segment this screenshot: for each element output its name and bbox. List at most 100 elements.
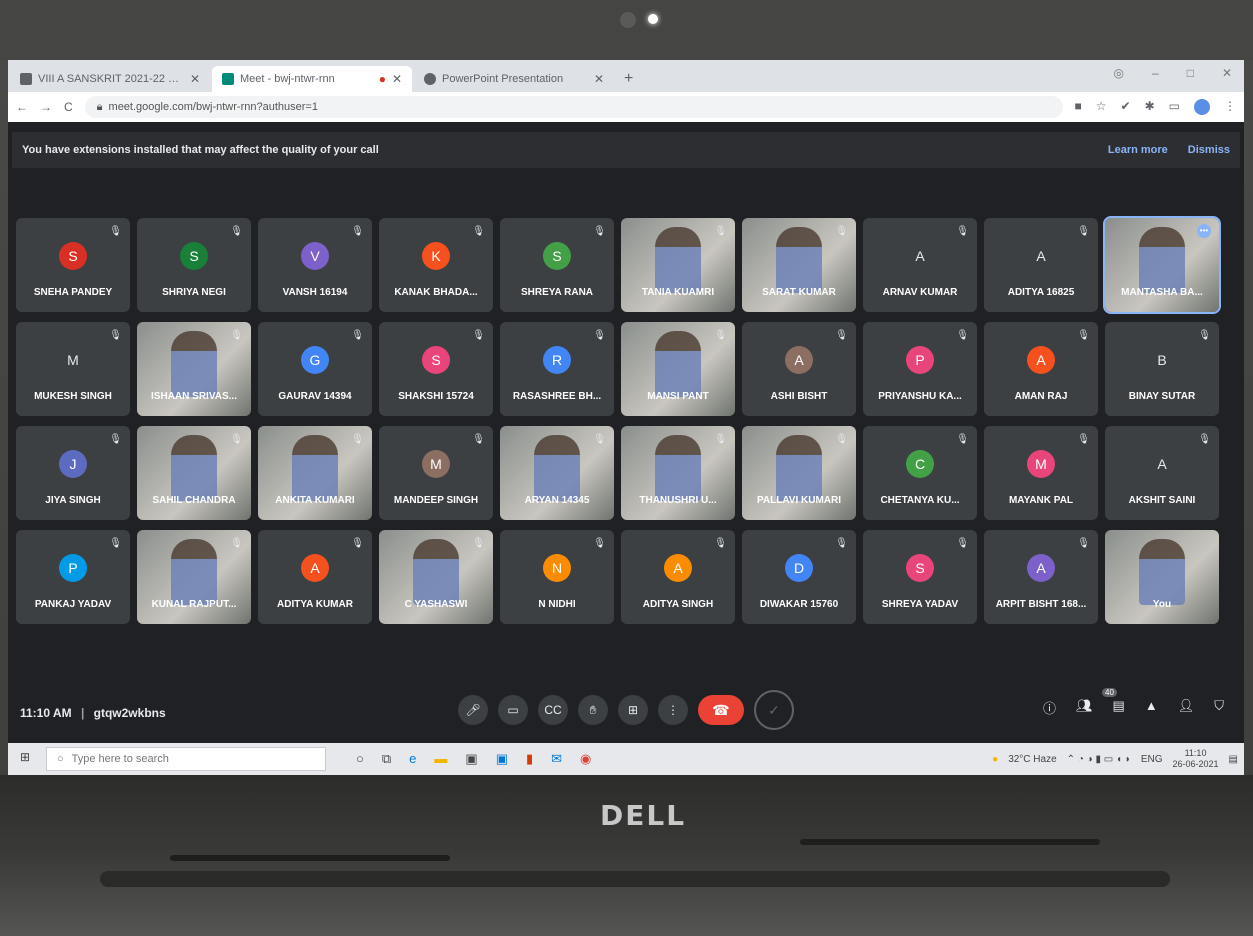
participant-tile[interactable]: ••• MANTASHA BA... — [1103, 216, 1221, 314]
weather-text[interactable]: 32°C Haze — [1008, 754, 1056, 765]
present-button[interactable]: ⊞ — [618, 695, 648, 725]
check-icon[interactable]: ✔ — [1121, 99, 1131, 115]
extensions-icon[interactable]: ✱ — [1145, 99, 1155, 115]
participant-tile[interactable]: 🎙︎ SAHIL CHANDRA — [137, 426, 251, 520]
meeting-details-icon[interactable]: ⓘ — [1043, 698, 1056, 717]
participant-tile[interactable]: A 🎙︎ ASHI BISHT — [742, 322, 856, 416]
participant-tile[interactable]: 🎙︎ TANIA KUAMRI — [621, 218, 735, 312]
shield-icon[interactable]: ⛉ — [1214, 698, 1224, 717]
participant-tile[interactable]: S 🎙︎ SNEHA PANDEY — [16, 218, 130, 312]
taskbar-clock[interactable]: 11:10 26-06-2021 — [1173, 748, 1219, 770]
participant-tile[interactable]: P 🎙︎ PANKAJ YADAV — [16, 530, 130, 624]
participant-tile[interactable]: C 🎙︎ CHETANYA KU... — [863, 426, 977, 520]
participant-tile[interactable]: D 🎙︎ DIWAKAR 15760 — [742, 530, 856, 624]
cast-icon[interactable]: ▭ — [1169, 99, 1180, 115]
participant-tile[interactable]: 🎙︎ ISHAAN SRIVAS... — [137, 322, 251, 416]
office-icon[interactable]: ▮ — [526, 751, 533, 767]
close-window-icon[interactable]: ✕ — [1222, 66, 1232, 80]
meet-bottom-bar: 11:10 AM | gtqw2wkbns 🎤︎ ▭ CC ✋︎ ⊞ ⋮ ☎ ✓… — [8, 680, 1244, 740]
participant-tile[interactable]: V 🎙︎ VANSH 16194 — [258, 218, 372, 312]
dismiss-button[interactable]: Dismiss — [1188, 144, 1230, 156]
profile-avatar[interactable] — [1194, 99, 1210, 115]
participant-tile[interactable]: A 🎙︎ ADITYA KUMAR — [258, 530, 372, 624]
participant-tile[interactable]: 🎙︎ KUNAL RAJPUT... — [137, 530, 251, 624]
browser-tab-sanskrit[interactable]: VIII A SANSKRIT 2021-22 SUENE ✕ — [10, 66, 210, 92]
participant-tile[interactable]: A 🎙︎ ADITYA SINGH — [621, 530, 735, 624]
menu-icon[interactable]: ⋮ — [1224, 99, 1236, 115]
participant-tile[interactable]: S 🎙︎ SHREYA YADAV — [863, 530, 977, 624]
browser-tab-meet[interactable]: Meet - bwj-ntwr-rnn ● ✕ — [212, 66, 412, 92]
task-view-icon[interactable]: ⧉ — [382, 751, 391, 767]
participant-tile[interactable]: G 🎙︎ GAURAV 14394 — [258, 322, 372, 416]
host-controls-icon[interactable]: 👤︎ — [1178, 698, 1195, 717]
participant-tile[interactable]: A 🎙︎ AKSHIT SAINI — [1105, 426, 1219, 520]
close-tab-icon[interactable]: ✕ — [594, 72, 604, 86]
camera-button[interactable]: ▭ — [498, 695, 528, 725]
participant-tile[interactable]: M 🎙︎ MANDEEP SINGH — [379, 426, 493, 520]
participant-tile[interactable]: M 🎙︎ MAYANK PAL — [984, 426, 1098, 520]
tray-icons[interactable]: ⌃ ◔ ◑ ▮ ▭ ◖ ◗ — [1067, 754, 1131, 765]
profile-circle-icon[interactable]: ◎ — [1114, 66, 1124, 80]
participant-tile[interactable]: P 🎙︎ PRIYANSHU KA... — [863, 322, 977, 416]
participant-tile[interactable]: 🎙︎ C YASHASWI — [379, 530, 493, 624]
participant-tile[interactable]: A 🎙︎ AMAN RAJ — [984, 322, 1098, 416]
participant-tile[interactable]: S 🎙︎ SHREYA RANA — [500, 218, 614, 312]
new-tab-button[interactable]: + — [614, 66, 643, 92]
participant-tile[interactable]: A 🎙︎ ARPIT BISHT 168... — [984, 530, 1098, 624]
microphone-button[interactable]: 🎤︎ — [458, 695, 488, 725]
dell-logo: DELL — [600, 799, 687, 832]
camera-icon[interactable]: ■ — [1075, 99, 1082, 115]
raise-hand-button[interactable]: ✋︎ — [578, 695, 608, 725]
browser-tab-powerpoint[interactable]: PowerPoint Presentation ✕ — [414, 66, 614, 92]
star-icon[interactable]: ☆ — [1096, 99, 1107, 115]
store-icon[interactable]: ▣ — [465, 751, 477, 767]
participant-tile[interactable]: 🎙︎ SARAT KUMAR — [742, 218, 856, 312]
captions-button[interactable]: CC — [538, 695, 568, 725]
participant-tile[interactable]: 🎙︎ MANSI PANT — [621, 322, 735, 416]
maximize-icon[interactable]: □ — [1187, 66, 1194, 80]
participant-tile[interactable]: 🎙︎ PALLAVI KUMARI — [742, 426, 856, 520]
chrome-icon[interactable]: ◉ — [580, 751, 591, 767]
webcam-lens — [620, 12, 636, 28]
people-button[interactable]: 👥︎ 40 — [1076, 688, 1117, 717]
notifications-icon[interactable]: ▤ — [1229, 754, 1238, 765]
participant-tile[interactable]: R 🎙︎ RASASHREE BH... — [500, 322, 614, 416]
url-field[interactable]: 🔒︎ meet.google.com/bwj-ntwr-rnn?authuser… — [84, 96, 1063, 118]
participant-tile[interactable]: S 🎙︎ SHRIYA NEGI — [137, 218, 251, 312]
forward-icon[interactable]: → — [40, 100, 52, 114]
participant-tile[interactable]: S 🎙︎ SHAKSHI 15724 — [379, 322, 493, 416]
taskbar-search-box[interactable]: ○ Type here to search — [46, 747, 326, 771]
globe-icon — [424, 73, 436, 85]
participant-name: DIWAKAR 15760 — [759, 599, 839, 610]
edge-icon[interactable]: e — [409, 751, 416, 767]
chat-icon[interactable]: ▤ — [1113, 698, 1125, 717]
participant-tile[interactable]: B 🎙︎ BINAY SUTAR — [1105, 322, 1219, 416]
participant-tile[interactable]: You — [1105, 530, 1219, 624]
participant-tile[interactable]: J 🎙︎ JIYA SINGH — [16, 426, 130, 520]
language-indicator[interactable]: ENG — [1141, 754, 1163, 765]
mail-icon[interactable]: ✉ — [551, 751, 562, 767]
participant-tile[interactable]: M 🎙︎ MUKESH SINGH — [16, 322, 130, 416]
participant-tile[interactable]: 🎙︎ ANKITA KUMARI — [258, 426, 372, 520]
attendance-check-button[interactable]: ✓ — [754, 690, 794, 730]
zoom-icon[interactable]: ▣ — [496, 751, 508, 767]
participant-tile[interactable]: K 🎙︎ KANAK BHADA... — [379, 218, 493, 312]
more-options-button[interactable]: ⋮ — [658, 695, 688, 725]
windows-start-icon[interactable]: ⊞ — [14, 750, 36, 768]
close-tab-icon[interactable]: ✕ — [190, 72, 200, 86]
activities-icon[interactable]: ▲ — [1145, 698, 1158, 717]
reload-icon[interactable]: C — [64, 100, 73, 114]
participant-tile[interactable]: A 🎙︎ ARNAV KUMAR — [863, 218, 977, 312]
file-explorer-icon[interactable]: ▬ — [434, 751, 447, 767]
participant-tile[interactable]: A 🎙︎ ADITYA 16825 — [984, 218, 1098, 312]
participant-tile[interactable]: 🎙︎ THANUSHRI U... — [621, 426, 735, 520]
participant-name: ARPIT BISHT 168... — [995, 599, 1087, 610]
minimize-icon[interactable]: – — [1152, 66, 1159, 80]
close-tab-icon[interactable]: ✕ — [392, 72, 402, 86]
participant-tile[interactable]: 🎙︎ ARYAN 14345 — [500, 426, 614, 520]
back-icon[interactable]: ← — [16, 100, 28, 114]
leave-call-button[interactable]: ☎ — [698, 695, 744, 725]
participant-tile[interactable]: N 🎙︎ N NIDHI — [500, 530, 614, 624]
cortana-icon[interactable]: ○ — [356, 751, 364, 767]
learn-more-link[interactable]: Learn more — [1108, 144, 1168, 156]
